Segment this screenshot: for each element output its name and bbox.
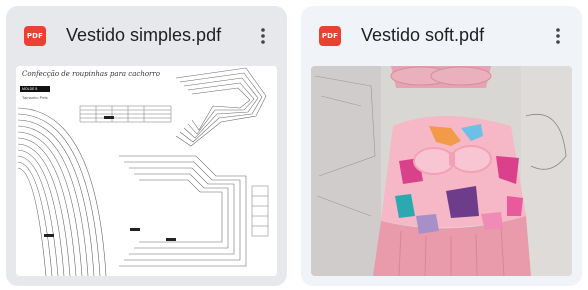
file-card-header: PDF Vestido simples.pdf [6, 6, 287, 64]
file-card-header: PDF Vestido soft.pdf [301, 6, 582, 64]
pattern-tag: MOLDE 8 [20, 86, 50, 92]
pattern-heading: Confecção de roupinhas para cachorro [22, 70, 160, 78]
more-vert-icon [556, 28, 560, 44]
sewing-pattern-image [16, 66, 277, 276]
file-title[interactable]: Vestido simples.pdf [66, 23, 247, 47]
more-options-button[interactable] [546, 22, 570, 50]
file-thumbnail-sewing-pattern[interactable]: Confecção de roupinhas para cachorro MOL… [16, 66, 277, 276]
pattern-subtitle: Tamanho Pets [22, 95, 48, 100]
pdf-icon: PDF [24, 26, 46, 46]
more-vert-icon [261, 28, 265, 44]
file-card-vestido-soft[interactable]: PDF Vestido soft.pdf [301, 6, 582, 286]
file-title[interactable]: Vestido soft.pdf [361, 23, 542, 47]
file-card-vestido-simples[interactable]: PDF Vestido simples.pdf Confecção de rou… [6, 6, 287, 286]
dog-dress-photo [311, 66, 572, 276]
pdf-icon: PDF [319, 26, 341, 46]
more-options-button[interactable] [251, 22, 275, 50]
file-thumbnail-dog-dress-photo[interactable] [311, 66, 572, 276]
